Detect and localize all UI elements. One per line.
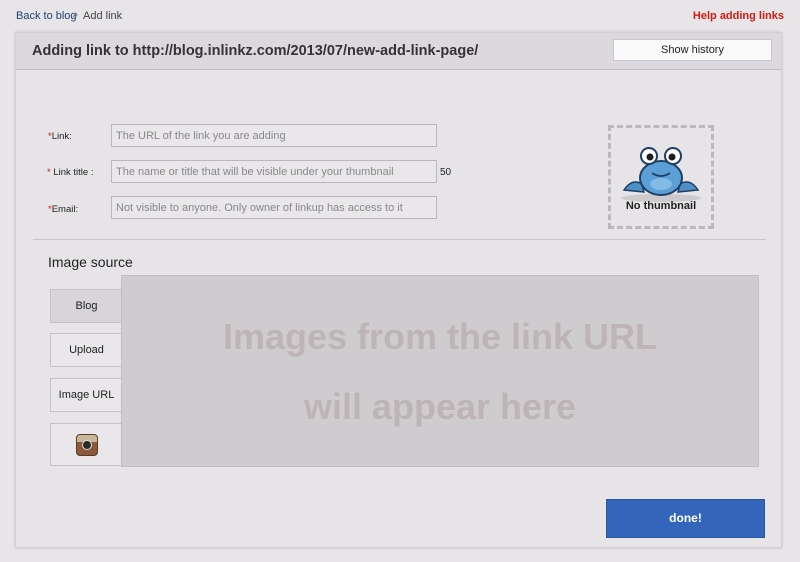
title-char-count: 50: [440, 167, 452, 178]
thumbnail-placeholder: No thumbnail: [608, 125, 714, 229]
link-label-text: Link:: [51, 131, 72, 142]
link-label: *Link:: [48, 131, 72, 142]
instagram-icon: [76, 434, 98, 456]
page-title: Adding link to http://blog.inlinkz.com/2…: [32, 43, 479, 59]
no-thumbnail-label: No thumbnail: [625, 200, 697, 212]
tab-instagram[interactable]: [50, 423, 122, 466]
top-bar: Back to blog » Add link Help adding link…: [16, 9, 784, 24]
link-url-input[interactable]: [111, 124, 437, 147]
images-placeholder-line1: Images from the link URL: [222, 316, 658, 357]
instagram-icon-lens: [82, 440, 92, 450]
link-title-label: * Link title :: [47, 167, 93, 178]
add-link-panel: Adding link to http://blog.inlinkz.com/2…: [15, 32, 782, 548]
tab-blog[interactable]: Blog: [50, 289, 122, 323]
tab-upload[interactable]: Upload: [50, 333, 122, 367]
breadcrumb-separator: »: [72, 9, 79, 21]
help-link[interactable]: Help adding links: [693, 10, 784, 22]
email-input[interactable]: [111, 196, 437, 219]
panel-header: Adding link to http://blog.inlinkz.com/2…: [16, 33, 781, 70]
done-button[interactable]: done!: [606, 499, 765, 538]
email-label: *Email:: [48, 204, 78, 215]
link-title-label-text: Link title :: [50, 167, 94, 178]
section-divider: [33, 239, 766, 240]
breadcrumb-current: Add link: [83, 10, 123, 22]
images-placeholder-line2: will appear here: [303, 386, 577, 427]
tab-image-url[interactable]: Image URL: [50, 378, 122, 412]
link-title-input[interactable]: [111, 160, 437, 183]
images-preview-area: Images from the link URL will appear her…: [121, 275, 759, 467]
frog-mascot-icon: [621, 147, 701, 202]
email-label-text: Email:: [51, 204, 79, 215]
show-history-button[interactable]: Show history: [613, 39, 772, 61]
back-to-blog-link[interactable]: Back to blog: [16, 10, 77, 22]
image-source-title: Image source: [48, 254, 133, 270]
